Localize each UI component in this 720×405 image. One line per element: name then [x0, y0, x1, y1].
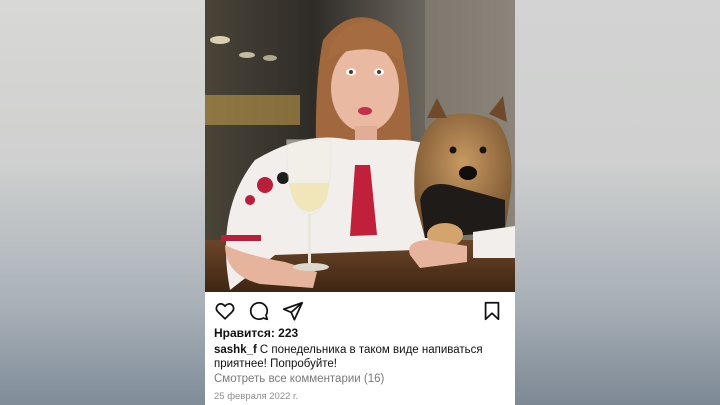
comment-bubble-icon: [249, 301, 269, 321]
post-date: 25 февраля 2022 г.: [214, 391, 298, 402]
post-caption: sashk_f С понедельника в таком виде напив…: [214, 343, 506, 371]
background-left: [0, 0, 205, 405]
post-actions-bar: [205, 292, 515, 328]
caption-username[interactable]: sashk_f: [214, 344, 257, 356]
likes-count[interactable]: Нравится: 223: [214, 326, 298, 340]
share-button[interactable]: [282, 300, 304, 322]
paper-plane-icon: [282, 301, 304, 321]
instagram-post: Нравится: 223 sashk_f С понедельника в та…: [205, 0, 515, 405]
post-photo: [205, 0, 515, 292]
save-button[interactable]: [481, 300, 503, 322]
view-all-comments-link[interactable]: Смотреть все комментарии (16): [214, 373, 384, 385]
comment-button[interactable]: [248, 300, 270, 322]
bookmark-icon: [484, 301, 500, 321]
heart-icon: [215, 303, 235, 320]
like-button[interactable]: [214, 300, 236, 322]
background-right: [515, 0, 720, 405]
